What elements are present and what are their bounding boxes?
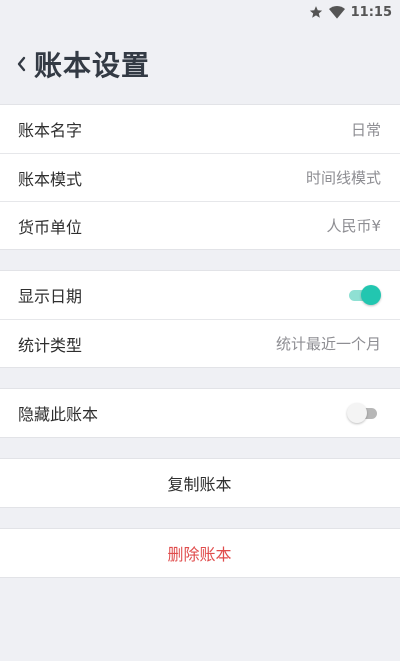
status-time: 11:15 [350,4,392,20]
page-header: 账本设置 [0,24,400,104]
ledger-name-value: 日常 [350,120,381,139]
show-date-label: 显示日期 [18,287,83,306]
copy-group: 复制账本 [0,458,400,508]
stats-type-label: 统计类型 [18,335,83,355]
display-settings-group: 显示日期 统计类型 统计最近一个月 [0,270,400,368]
back-button[interactable] [16,49,34,79]
toggle-knob [347,403,367,423]
show-date-toggle[interactable] [347,284,381,306]
copy-ledger-label: 复制账本 [167,475,232,494]
delete-ledger-label: 删除账本 [167,545,232,564]
ledger-name-label: 账本名字 [18,121,83,140]
status-bar: 11:15 [0,0,400,24]
currency-row[interactable]: 货币单位 人民币¥ [0,201,400,249]
ledger-mode-value: 时间线模式 [305,169,381,187]
chevron-left-icon [17,56,26,72]
star-icon [309,6,322,18]
show-date-row: 显示日期 [0,271,400,319]
copy-ledger-button[interactable]: 复制账本 [0,459,400,507]
toggle-knob [361,285,381,305]
ledger-name-row[interactable]: 账本名字 日常 [0,105,400,153]
stats-type-row[interactable]: 统计类型 统计最近一个月 [0,319,400,367]
wifi-icon [328,6,345,19]
basic-settings-group: 账本名字 日常 账本模式 时间线模式 货币单位 人民币¥ [0,104,400,250]
privacy-settings-group: 隐藏此账本 [0,388,400,438]
hide-ledger-label: 隐藏此账本 [18,405,99,424]
ledger-mode-row[interactable]: 账本模式 时间线模式 [0,153,400,201]
currency-label: 货币单位 [18,217,83,237]
delete-group: 删除账本 [0,528,400,578]
ledger-mode-label: 账本模式 [18,169,83,189]
delete-ledger-button[interactable]: 删除账本 [0,529,400,577]
hide-ledger-row: 隐藏此账本 [0,389,400,437]
page-title: 账本设置 [34,49,151,82]
hide-ledger-toggle[interactable] [347,402,381,424]
stats-type-value: 统计最近一个月 [275,335,381,353]
currency-value: 人民币¥ [326,217,381,235]
